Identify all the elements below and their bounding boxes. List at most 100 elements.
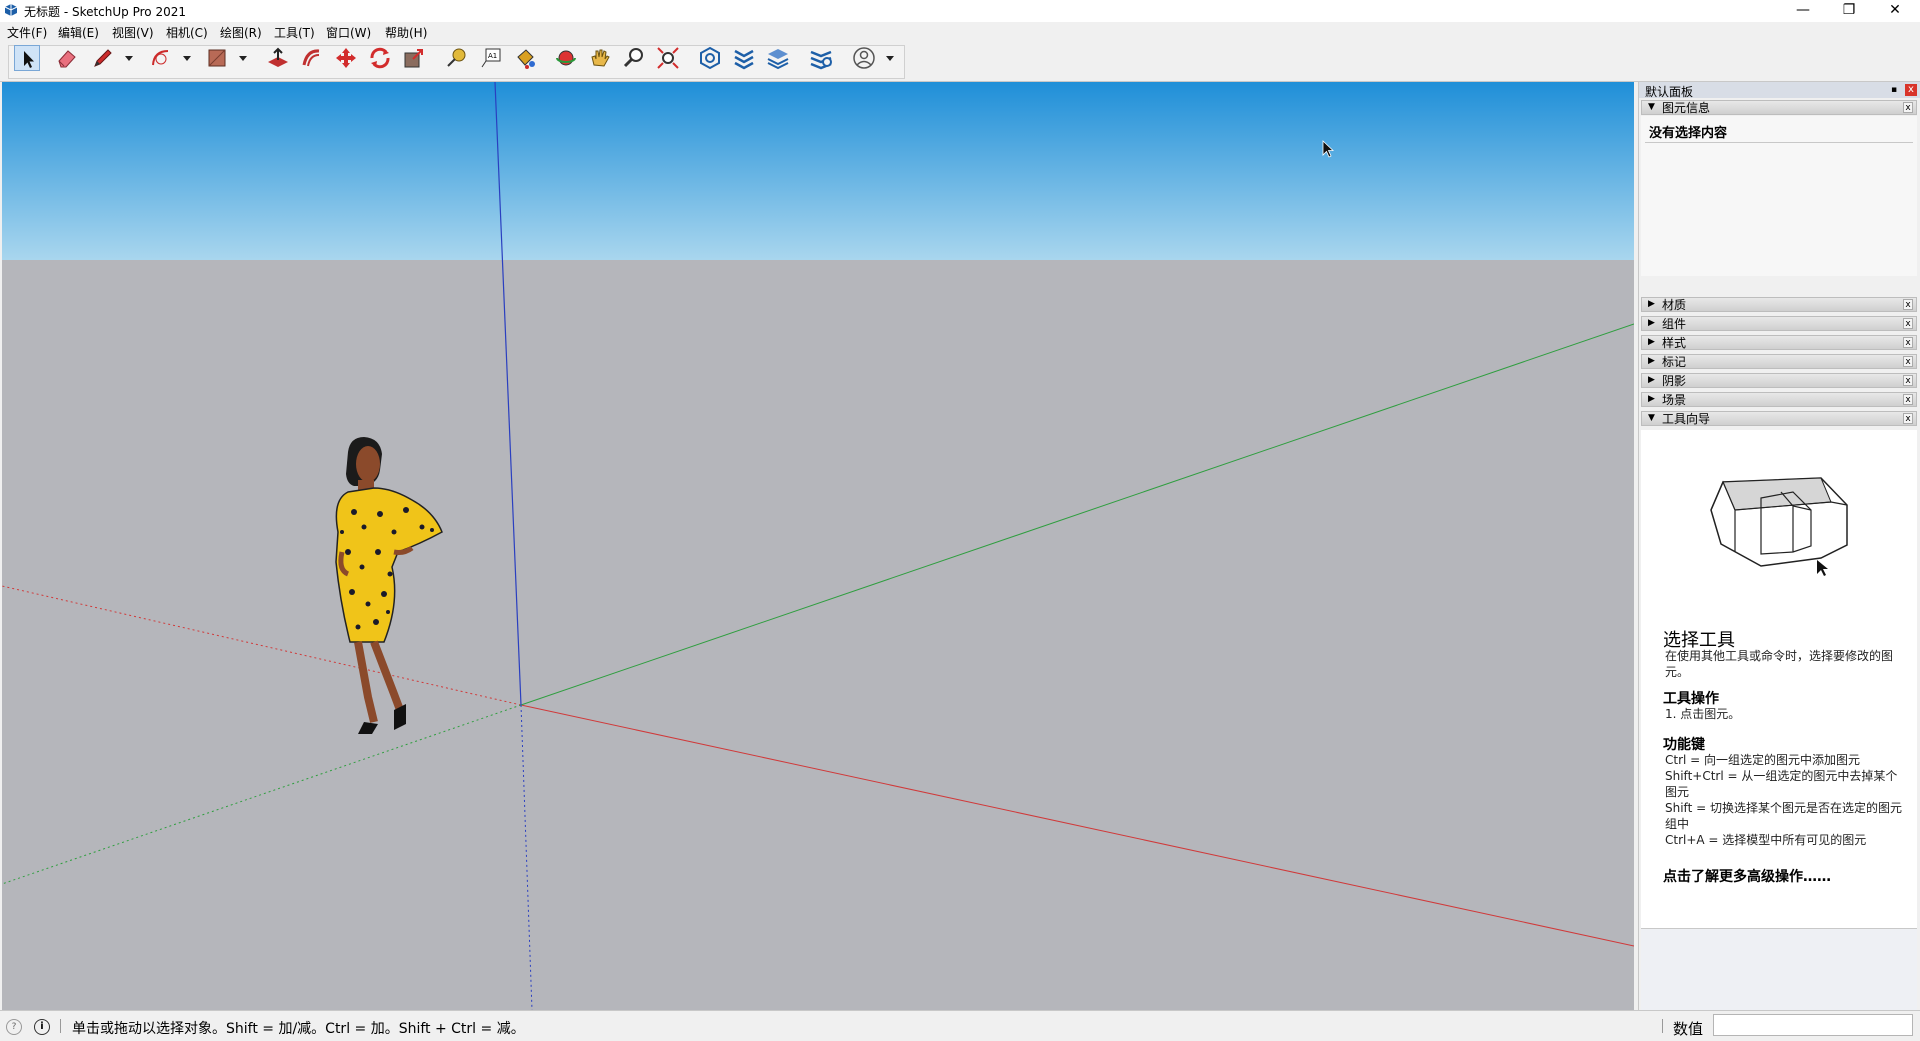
account-button[interactable] (851, 45, 877, 71)
measurements-input[interactable] (1713, 1014, 1913, 1036)
close-icon[interactable]: x (1903, 356, 1913, 367)
close-icon[interactable]: x (1903, 102, 1913, 113)
eraser-tool-button[interactable] (54, 45, 80, 71)
scale-icon (404, 49, 423, 68)
offset-tool-button[interactable] (299, 45, 325, 71)
offset-icon (302, 49, 320, 67)
menu-tools[interactable]: 工具(T) (274, 24, 315, 41)
tape-measure-icon (447, 48, 466, 67)
status-bar: ? i 单击或拖动以选择对象。Shift = 加/减。Ctrl = 加。Shif… (0, 1010, 1920, 1041)
3d-warehouse-button[interactable] (697, 45, 723, 71)
scene-canvas (2, 82, 1634, 1010)
section-label: 标记 (1662, 355, 1687, 369)
rotate-tool-button[interactable] (367, 45, 393, 71)
section-label: 样式 (1662, 336, 1687, 350)
section-label: 材质 (1662, 298, 1687, 312)
minimize-button[interactable]: — (1780, 0, 1826, 22)
instructor-intro: 在使用其他工具或命令时，选择要修改的图元。 (1665, 649, 1894, 679)
section-entity-info[interactable]: ▼ 图元信息 x (1641, 100, 1917, 115)
tape-measure-tool-button[interactable] (444, 45, 470, 71)
section-instructor[interactable]: ▼ 工具向导 x (1641, 411, 1917, 426)
modeling-viewport[interactable] (2, 82, 1634, 1010)
zoom-tool-button[interactable] (621, 45, 647, 71)
chevron-down-icon[interactable] (885, 52, 895, 64)
instructor-keys-title: 功能键 (1663, 737, 1705, 753)
pencil-tool-button[interactable] (90, 45, 116, 71)
instructor-ops: 1. 点击图元。 (1665, 707, 1741, 721)
paint-bucket-icon (517, 49, 535, 69)
restore-button[interactable]: ❐ (1826, 0, 1872, 22)
instructor-key: Shift = 切换选择某个图元是否在选定的图元组中 (1665, 801, 1902, 831)
instructor-ops-title: 工具操作 (1663, 691, 1719, 707)
layout-button[interactable] (765, 45, 791, 71)
orbit-tool-button[interactable] (553, 45, 579, 71)
title-bar: 无标题 - SketchUp Pro 2021 — ❐ ✕ (0, 0, 1920, 22)
learn-more-link[interactable]: 点击了解更多高级操作…… (1663, 866, 1831, 886)
text-icon: A1 (481, 48, 501, 68)
tray-title-bar: 默认面板 ▪ x (1639, 82, 1920, 99)
sky (2, 82, 1634, 260)
close-icon[interactable]: x (1903, 337, 1913, 348)
extension-manager-button[interactable] (808, 45, 834, 71)
instructor-key: Ctrl+A = 选择模型中所有可见的图元 (1665, 833, 1867, 847)
triangle-down-icon: ▼ (1648, 413, 1655, 423)
chevron-down-icon[interactable] (124, 52, 134, 64)
pushpull-tool-button[interactable] (265, 45, 291, 71)
default-tray: 默认面板 ▪ x ▼ 图元信息 x 没有选择内容 ▶ 材质 x ▶ 组件 x ▶… (1638, 82, 1920, 1011)
chevron-down-icon[interactable] (238, 52, 248, 64)
section-components[interactable]: ▶ 组件 x (1641, 316, 1917, 331)
menu-bar: 文件(F) 编辑(E) 视图(V) 相机(C) 绘图(R) 工具(T) 窗口(W… (0, 22, 1920, 42)
chevron-down-icon[interactable] (182, 52, 192, 64)
close-icon[interactable]: x (1903, 299, 1913, 310)
rectangle-icon (208, 49, 226, 67)
section-materials[interactable]: ▶ 材质 x (1641, 297, 1917, 312)
geo-location-icon[interactable]: ? (6, 1019, 22, 1035)
menu-window[interactable]: 窗口(W) (326, 24, 371, 41)
close-icon[interactable]: x (1903, 375, 1913, 386)
arc-tool-button[interactable] (148, 45, 174, 71)
menu-camera[interactable]: 相机(C) (166, 24, 208, 41)
tray-close-icon[interactable]: x (1905, 84, 1917, 96)
main-toolbar: A1 (0, 42, 1920, 82)
instructor-key: Ctrl = 向一组选定的图元中添加图元 (1665, 753, 1861, 767)
divider (1645, 142, 1913, 143)
selection-status: 没有选择内容 (1649, 126, 1728, 141)
close-icon[interactable]: x (1903, 318, 1913, 329)
pin-icon[interactable]: ▪ (1889, 84, 1899, 96)
menu-edit[interactable]: 编辑(E) (58, 24, 99, 41)
menu-file[interactable]: 文件(F) (7, 24, 47, 41)
section-tags[interactable]: ▶ 标记 x (1641, 354, 1917, 369)
layout-icon (767, 49, 789, 70)
select-icon (24, 51, 34, 68)
close-icon[interactable]: x (1903, 394, 1913, 405)
extension-warehouse-icon (734, 49, 754, 70)
divider (1662, 1019, 1663, 1033)
section-styles[interactable]: ▶ 样式 x (1641, 335, 1917, 350)
extension-warehouse-button[interactable] (731, 45, 757, 71)
divider (60, 1019, 61, 1033)
instructor-toggle-icon[interactable]: i (34, 1019, 50, 1035)
section-scenes[interactable]: ▶ 场景 x (1641, 392, 1917, 407)
select-tool-button[interactable] (14, 45, 40, 71)
tray-title: 默认面板 (1645, 85, 1694, 99)
paint-bucket-tool-button[interactable] (512, 45, 538, 71)
rectangle-tool-button[interactable] (204, 45, 230, 71)
move-tool-button[interactable] (333, 45, 359, 71)
warehouse-icon (700, 46, 720, 70)
pushpull-icon (268, 47, 288, 67)
pan-tool-button[interactable] (587, 45, 613, 71)
section-shadows[interactable]: ▶ 阴影 x (1641, 373, 1917, 388)
close-icon[interactable]: x (1903, 413, 1913, 424)
mouse-cursor-icon (1322, 140, 1335, 158)
text-tool-button[interactable]: A1 (478, 45, 504, 71)
zoom-icon (623, 48, 643, 68)
sketchup-logo-icon (4, 4, 18, 16)
section-label: 图元信息 (1662, 101, 1711, 115)
menu-view[interactable]: 视图(V) (112, 24, 154, 41)
menu-draw[interactable]: 绘图(R) (220, 24, 262, 41)
rotate-icon (370, 47, 390, 69)
menu-help[interactable]: 帮助(H) (385, 24, 427, 41)
scale-tool-button[interactable] (401, 45, 427, 71)
zoom-extents-tool-button[interactable] (655, 45, 681, 71)
close-window-button[interactable]: ✕ (1872, 0, 1918, 22)
